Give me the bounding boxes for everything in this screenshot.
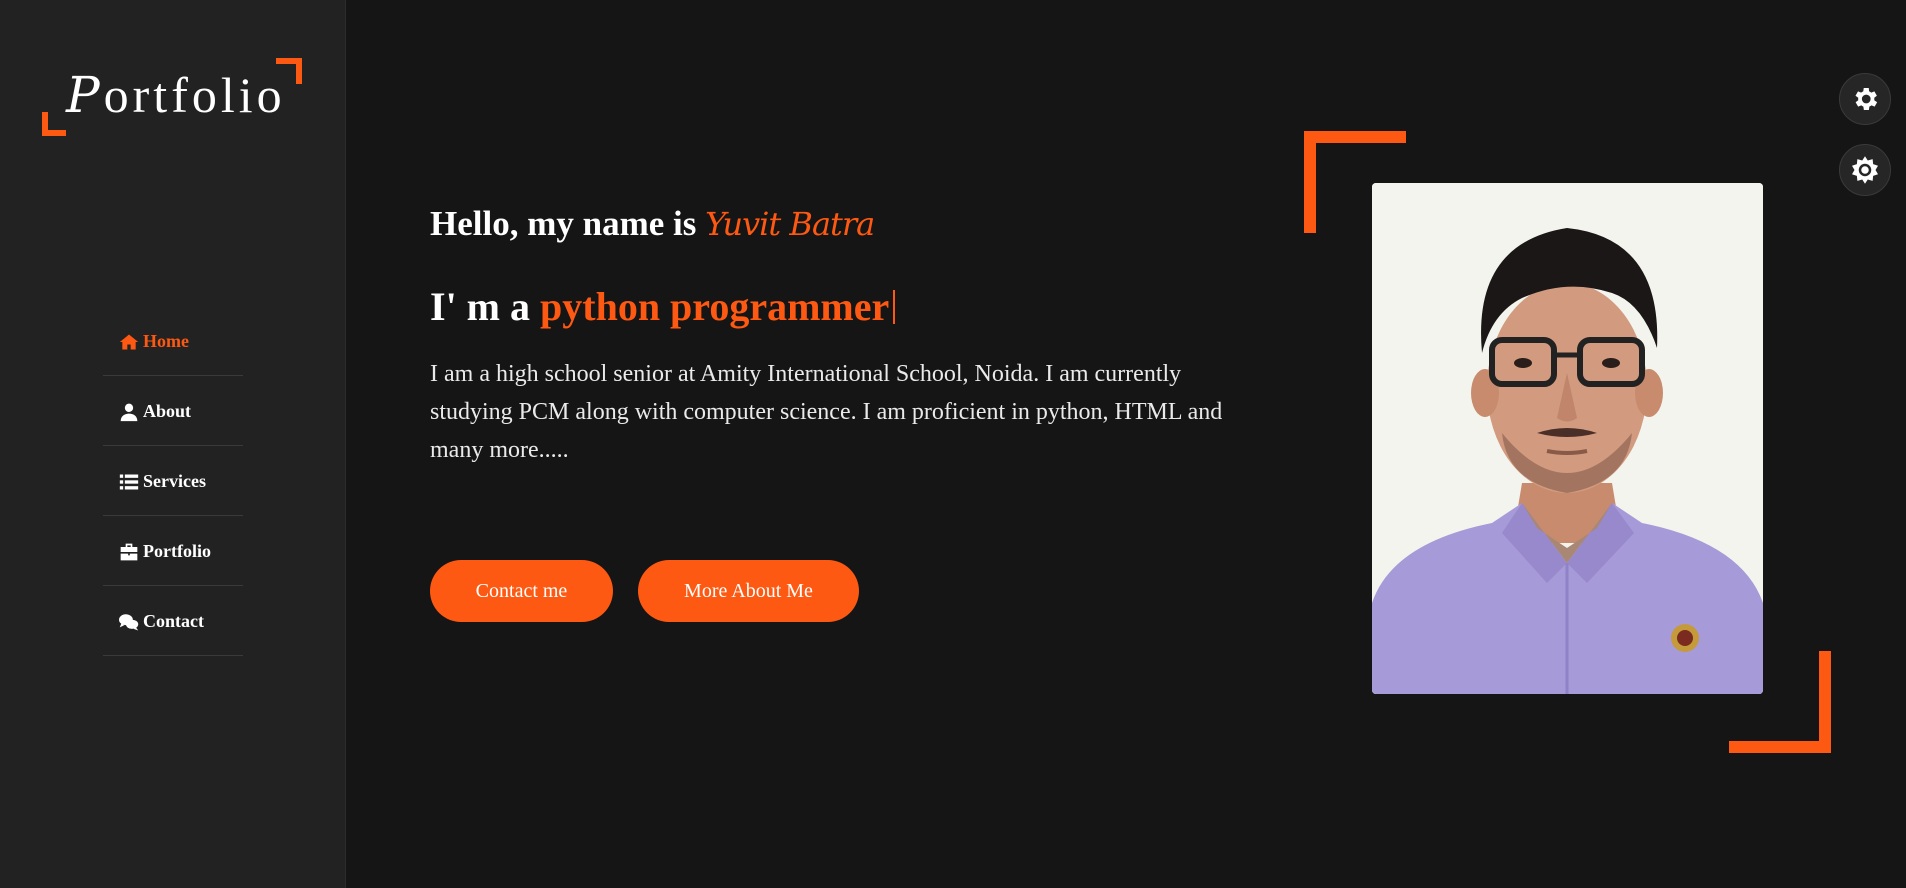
nav-item-label: Home [143,331,189,351]
sun-icon [1852,156,1878,184]
photo-frame-corner [1729,651,1831,753]
list-icon [119,474,139,489]
chat-icon [119,613,139,630]
nav-item-about[interactable]: About [103,376,243,446]
nav-item-label: About [143,401,192,421]
portrait-illustration [1372,183,1763,694]
nav-item-label: Services [143,471,206,491]
nav-item-home[interactable]: Home [103,306,243,376]
bio-paragraph: I am a high school senior at Amity Inter… [430,361,1223,463]
role-heading: I' m a python programmer [430,283,896,330]
theme-toggle-button[interactable] [1839,144,1891,196]
more-about-me-button[interactable]: More About Me [638,560,859,622]
contact-me-button[interactable]: Contact me [430,560,613,622]
nav-item-services[interactable]: Services [103,446,243,516]
person-name: Yuvit Batra [705,205,875,243]
profile-photo [1372,183,1763,694]
logo-corner-bracket [42,112,66,136]
sidebar: Portfolio Home About Services Portfolio … [0,0,346,888]
settings-button[interactable] [1839,73,1891,125]
gear-icon [1855,88,1878,110]
nav-item-label: Contact [143,611,204,631]
role-text: python programmer [540,284,890,329]
greeting-heading: Hello, my name is Yuvit Batra [430,204,875,244]
logo[interactable]: Portfolio [42,58,302,138]
greeting-text: Hello, my name is [430,204,697,243]
typing-cursor [893,290,896,324]
nav-item-portfolio[interactable]: Portfolio [103,516,243,586]
nav-menu: Home About Services Portfolio Contact [103,306,243,656]
nav-item-contact[interactable]: Contact [103,586,243,656]
home-icon [119,334,139,349]
nav-item-label: Portfolio [143,541,211,561]
briefcase-icon [120,543,138,560]
logo-text: Portfolio [66,66,286,124]
role-prefix: I' m a [430,284,530,329]
user-icon [120,403,138,421]
